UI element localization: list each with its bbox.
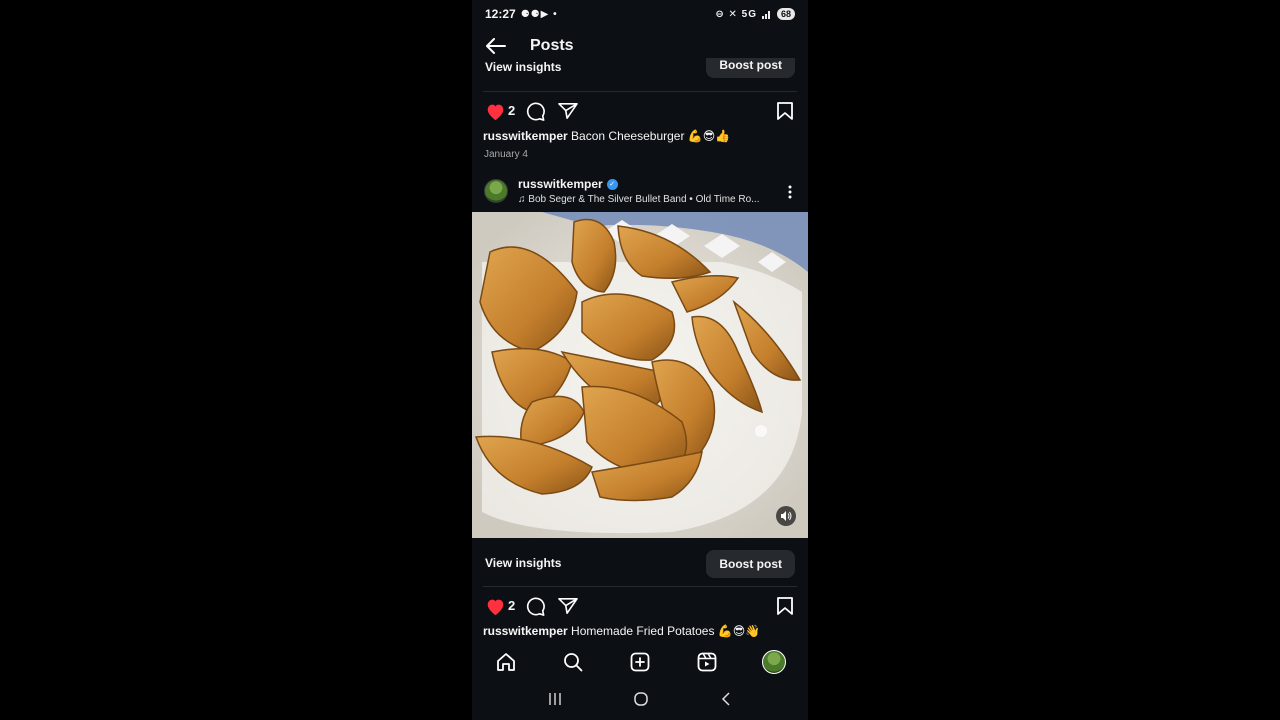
- back-arrow-icon: [486, 38, 506, 54]
- signal-icon: [761, 11, 770, 19]
- system-navigation-bar: [472, 682, 808, 720]
- nav-create[interactable]: [627, 649, 653, 675]
- bookmark-icon: [777, 597, 793, 615]
- back-button[interactable]: [482, 32, 510, 60]
- post-actions: 2: [472, 95, 808, 125]
- post-insights-row: View insights Boost post: [472, 548, 808, 578]
- caption-text: Bacon Cheeseburger 💪😎👍: [571, 129, 731, 143]
- heart-icon: [487, 104, 503, 120]
- view-insights-link[interactable]: View insights: [485, 556, 561, 570]
- username-text: russwitkemper: [518, 177, 603, 191]
- previous-post-actions: View insights Boost post: [472, 58, 808, 80]
- caption-username[interactable]: russwitkemper: [483, 129, 568, 143]
- music-text: Bob Seger & The Silver Bullet Band • Old…: [528, 194, 760, 205]
- share-button[interactable]: [557, 100, 579, 122]
- home-circle-icon: [634, 691, 648, 706]
- reels-icon: [697, 652, 717, 672]
- share-icon: [558, 597, 578, 615]
- search-icon: [563, 653, 583, 672]
- verified-icon: ✓: [606, 178, 618, 190]
- post-caption: russwitkemper Bacon Cheeseburger 💪😎👍: [483, 129, 803, 143]
- profile-icon: [762, 650, 787, 674]
- comment-button[interactable]: [524, 100, 546, 122]
- post-caption: russwitkemper Homemade Fried Potatoes 💪😎…: [483, 624, 803, 638]
- divider: [483, 586, 797, 587]
- nav-search[interactable]: [560, 649, 586, 675]
- nav-home[interactable]: [493, 649, 519, 675]
- like-button[interactable]: [484, 595, 506, 617]
- mute-button[interactable]: [776, 506, 796, 526]
- fried-potatoes-image: [472, 212, 808, 538]
- status-bar: 12:27 ⚈⚈▶ • ⊖ ✕ 5G 68: [472, 0, 808, 28]
- divider: [483, 91, 797, 92]
- post-media-video[interactable]: [472, 212, 808, 538]
- caption-text: Homemade Fried Potatoes 💪😎👋: [571, 624, 761, 638]
- back-system-button[interactable]: [720, 691, 732, 711]
- view-insights-link[interactable]: View insights: [485, 60, 561, 74]
- like-count: 2: [508, 103, 516, 118]
- speaker-icon: [781, 511, 792, 521]
- recent-apps-button[interactable]: [548, 692, 562, 711]
- boost-post-button[interactable]: Boost post: [706, 58, 795, 78]
- like-count: 2: [508, 598, 516, 613]
- home-system-button[interactable]: [633, 691, 649, 712]
- system-status-icons: ⊖ ✕ 5G: [715, 8, 757, 20]
- heart-icon: [487, 599, 503, 615]
- post-actions: 2: [472, 590, 808, 620]
- create-icon: [630, 652, 650, 672]
- page-title: Posts: [530, 37, 574, 54]
- post-date: January 4: [484, 149, 528, 160]
- nav-profile[interactable]: [761, 649, 787, 675]
- save-button[interactable]: [774, 100, 796, 122]
- post-username[interactable]: russwitkemper ✓: [518, 177, 618, 191]
- chevron-left-icon: [722, 691, 730, 706]
- boost-post-button[interactable]: Boost post: [706, 550, 795, 578]
- bookmark-icon: [777, 102, 793, 120]
- bottom-navigation: [472, 644, 808, 680]
- phone-screen: 12:27 ⚈⚈▶ • ⊖ ✕ 5G 68 Posts View insight…: [472, 0, 808, 720]
- nav-reels[interactable]: [694, 649, 720, 675]
- battery-indicator: 68: [776, 8, 795, 20]
- avatar[interactable]: [484, 179, 508, 203]
- recent-apps-icon: [548, 692, 561, 705]
- home-icon: [496, 653, 515, 671]
- music-icon: ♫: [518, 194, 529, 205]
- share-button[interactable]: [557, 595, 579, 617]
- comment-icon: [526, 597, 545, 616]
- like-button[interactable]: [484, 100, 506, 122]
- caption-username[interactable]: russwitkemper: [483, 624, 568, 638]
- comment-icon: [526, 102, 545, 121]
- more-options-button[interactable]: [782, 182, 798, 202]
- share-icon: [558, 102, 578, 120]
- more-icon: [788, 185, 792, 199]
- music-info[interactable]: ♫ Bob Seger & The Silver Bullet Band • O…: [518, 194, 768, 205]
- save-button[interactable]: [774, 595, 796, 617]
- post-header: russwitkemper ✓ ♫ Bob Seger & The Silver…: [472, 174, 808, 210]
- notification-icons: ⚈⚈▶ •: [520, 8, 558, 20]
- comment-button[interactable]: [524, 595, 546, 617]
- status-time: 12:27: [485, 7, 516, 21]
